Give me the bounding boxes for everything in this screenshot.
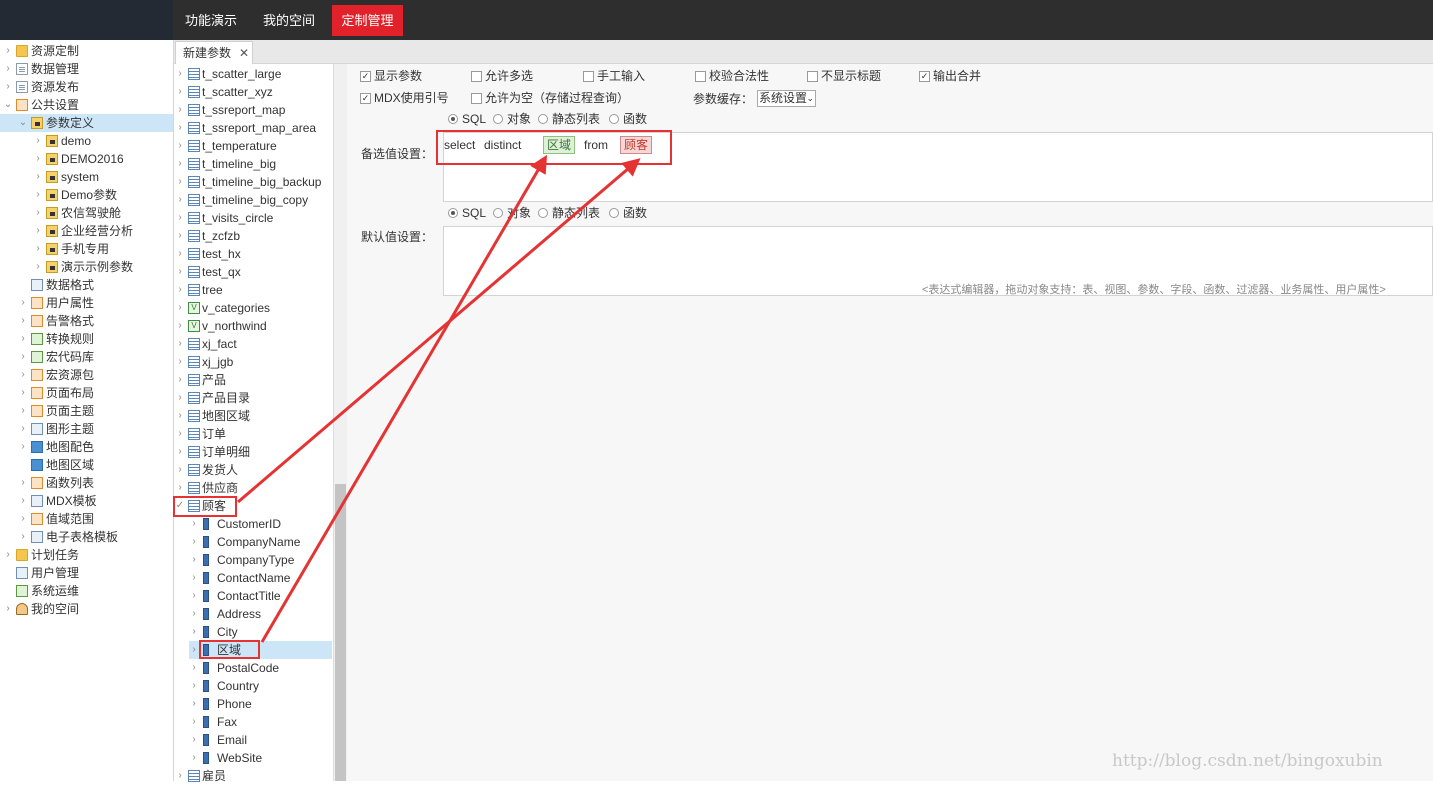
- annotation-arrows: [237, 154, 641, 643]
- arrow-customer-to-table-token: [237, 158, 641, 504]
- arrow-region-to-field-token: [260, 154, 548, 643]
